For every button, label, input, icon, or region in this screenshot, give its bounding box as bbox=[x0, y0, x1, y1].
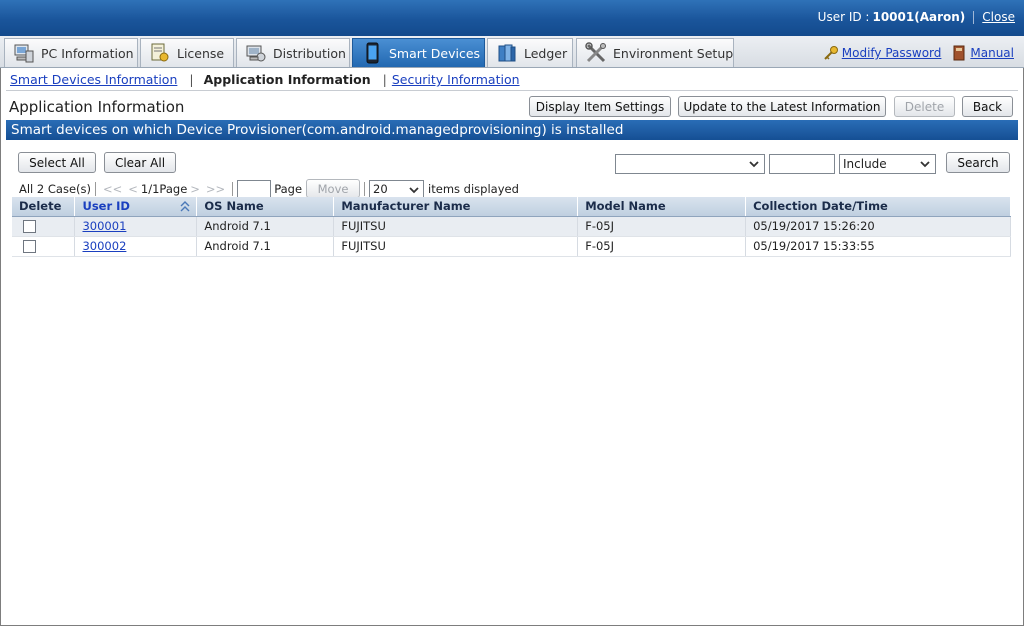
tab-label: License bbox=[177, 45, 225, 61]
key-icon bbox=[823, 45, 839, 61]
search-condition-value: Include bbox=[843, 157, 887, 171]
user-id-link[interactable]: 300001 bbox=[82, 219, 126, 233]
prev-page-button[interactable]: < bbox=[128, 182, 138, 196]
search-condition-select[interactable]: Include bbox=[839, 154, 936, 174]
smartphone-icon bbox=[361, 42, 383, 64]
tab-label: Ledger bbox=[524, 45, 568, 61]
subnav-application-information: Application Information bbox=[203, 72, 371, 87]
tab-distribution[interactable]: Distribution bbox=[236, 38, 350, 67]
user-id-value: 10001(Aaron) bbox=[872, 10, 966, 24]
column-model-name[interactable]: Model Name bbox=[577, 197, 747, 217]
items-displayed-label: items displayed bbox=[428, 181, 519, 196]
sort-ascending-icon[interactable] bbox=[180, 201, 190, 212]
table-row: 300002 Android 7.1 FUJITSU F-05J 05/19/2… bbox=[12, 236, 1011, 257]
search-button[interactable]: Search bbox=[946, 152, 1010, 173]
user-info: User ID : 10001(Aaron) Close bbox=[818, 10, 1015, 24]
delete-button[interactable]: Delete bbox=[894, 96, 955, 117]
update-latest-information-button[interactable]: Update to the Latest Information bbox=[678, 96, 886, 117]
move-button[interactable]: Move bbox=[306, 179, 361, 198]
top-right-links: Modify Password Manual bbox=[823, 45, 1014, 61]
chevron-down-icon bbox=[919, 158, 931, 170]
row-delete-checkbox[interactable] bbox=[23, 240, 36, 253]
manufacturer-cell: FUJITSU bbox=[333, 236, 579, 257]
page-title: Application Information bbox=[9, 98, 185, 116]
table-row: 300001 Android 7.1 FUJITSU F-05J 05/19/2… bbox=[12, 216, 1011, 237]
first-page-button[interactable]: << bbox=[103, 182, 122, 196]
column-manufacturer-name[interactable]: Manufacturer Name bbox=[333, 197, 579, 217]
column-collection-date[interactable]: Collection Date/Time bbox=[745, 197, 1011, 217]
tab-pc-information[interactable]: PC Information bbox=[4, 38, 138, 67]
column-os-name[interactable]: OS Name bbox=[196, 197, 335, 217]
chevron-down-icon bbox=[748, 158, 760, 170]
tools-icon bbox=[585, 42, 607, 64]
sub-navigation: Smart Devices Information | Application … bbox=[10, 72, 520, 87]
ledger-icon bbox=[496, 42, 518, 64]
distribution-icon bbox=[245, 42, 267, 64]
manufacturer-cell: FUJITSU bbox=[333, 216, 579, 237]
tab-smart-devices[interactable]: Smart Devices bbox=[352, 38, 485, 67]
subnav-security-information[interactable]: Security Information bbox=[392, 72, 520, 87]
next-page-button[interactable]: > bbox=[190, 182, 200, 196]
collection-date-cell: 05/19/2017 15:33:55 bbox=[745, 236, 1011, 257]
os-name-cell: Android 7.1 bbox=[196, 236, 335, 257]
tab-label: Environment Setup bbox=[613, 45, 734, 61]
close-link[interactable]: Close bbox=[982, 10, 1015, 24]
manual-book-icon bbox=[951, 45, 967, 61]
clear-all-button[interactable]: Clear All bbox=[104, 152, 176, 173]
pc-icon bbox=[13, 42, 35, 64]
application-table: Delete User ID OS Name Manufacturer Name… bbox=[12, 197, 1011, 257]
pager: All 2 Case(s) << < 1/1Page > >> Page Mov… bbox=[19, 179, 519, 198]
license-icon bbox=[149, 42, 171, 64]
model-cell: F-05J bbox=[577, 216, 747, 237]
page-number-input[interactable] bbox=[237, 179, 272, 198]
subnav-smart-devices-information[interactable]: Smart Devices Information bbox=[10, 72, 177, 87]
main-tab-bar: PC Information License Distribution Smar… bbox=[0, 36, 1024, 68]
user-id-label: User ID : bbox=[817, 10, 870, 24]
page-label: Page bbox=[274, 181, 303, 196]
os-name-cell: Android 7.1 bbox=[196, 216, 335, 237]
page-info: 1/1Page bbox=[140, 181, 188, 196]
select-all-button[interactable]: Select All bbox=[18, 152, 96, 173]
subnav-divider bbox=[6, 90, 1018, 91]
table-header-row: Delete User ID OS Name Manufacturer Name… bbox=[12, 197, 1011, 217]
search-field-select[interactable] bbox=[615, 154, 765, 174]
search-text-input[interactable] bbox=[769, 154, 835, 174]
collection-date-cell: 05/19/2017 15:26:20 bbox=[745, 216, 1011, 237]
total-count: All 2 Case(s) bbox=[19, 181, 91, 196]
manual-link[interactable]: Manual bbox=[970, 46, 1014, 60]
model-cell: F-05J bbox=[577, 236, 747, 257]
modify-password-link[interactable]: Modify Password bbox=[842, 46, 942, 60]
tab-label: Smart Devices bbox=[389, 45, 481, 61]
tab-license[interactable]: License bbox=[140, 38, 234, 67]
tab-ledger[interactable]: Ledger bbox=[487, 38, 573, 67]
header-divider bbox=[973, 10, 975, 24]
last-page-button[interactable]: >> bbox=[206, 182, 225, 196]
tab-environment-setup[interactable]: Environment Setup bbox=[576, 38, 734, 67]
display-item-settings-button[interactable]: Display Item Settings bbox=[529, 96, 671, 117]
row-delete-checkbox[interactable] bbox=[23, 220, 36, 233]
user-id-link[interactable]: 300002 bbox=[82, 239, 126, 253]
column-delete: Delete bbox=[12, 197, 76, 217]
back-button[interactable]: Back bbox=[962, 96, 1013, 117]
window-frame bbox=[0, 0, 1024, 626]
top-header-bar: User ID : 10001(Aaron) Close bbox=[0, 0, 1024, 36]
column-user-id[interactable]: User ID bbox=[74, 197, 198, 217]
tab-label: Distribution bbox=[273, 45, 346, 61]
section-header: Smart devices on which Device Provisione… bbox=[6, 120, 1018, 140]
items-per-page-select[interactable]: 20 bbox=[369, 179, 425, 198]
tab-label: PC Information bbox=[41, 45, 134, 61]
